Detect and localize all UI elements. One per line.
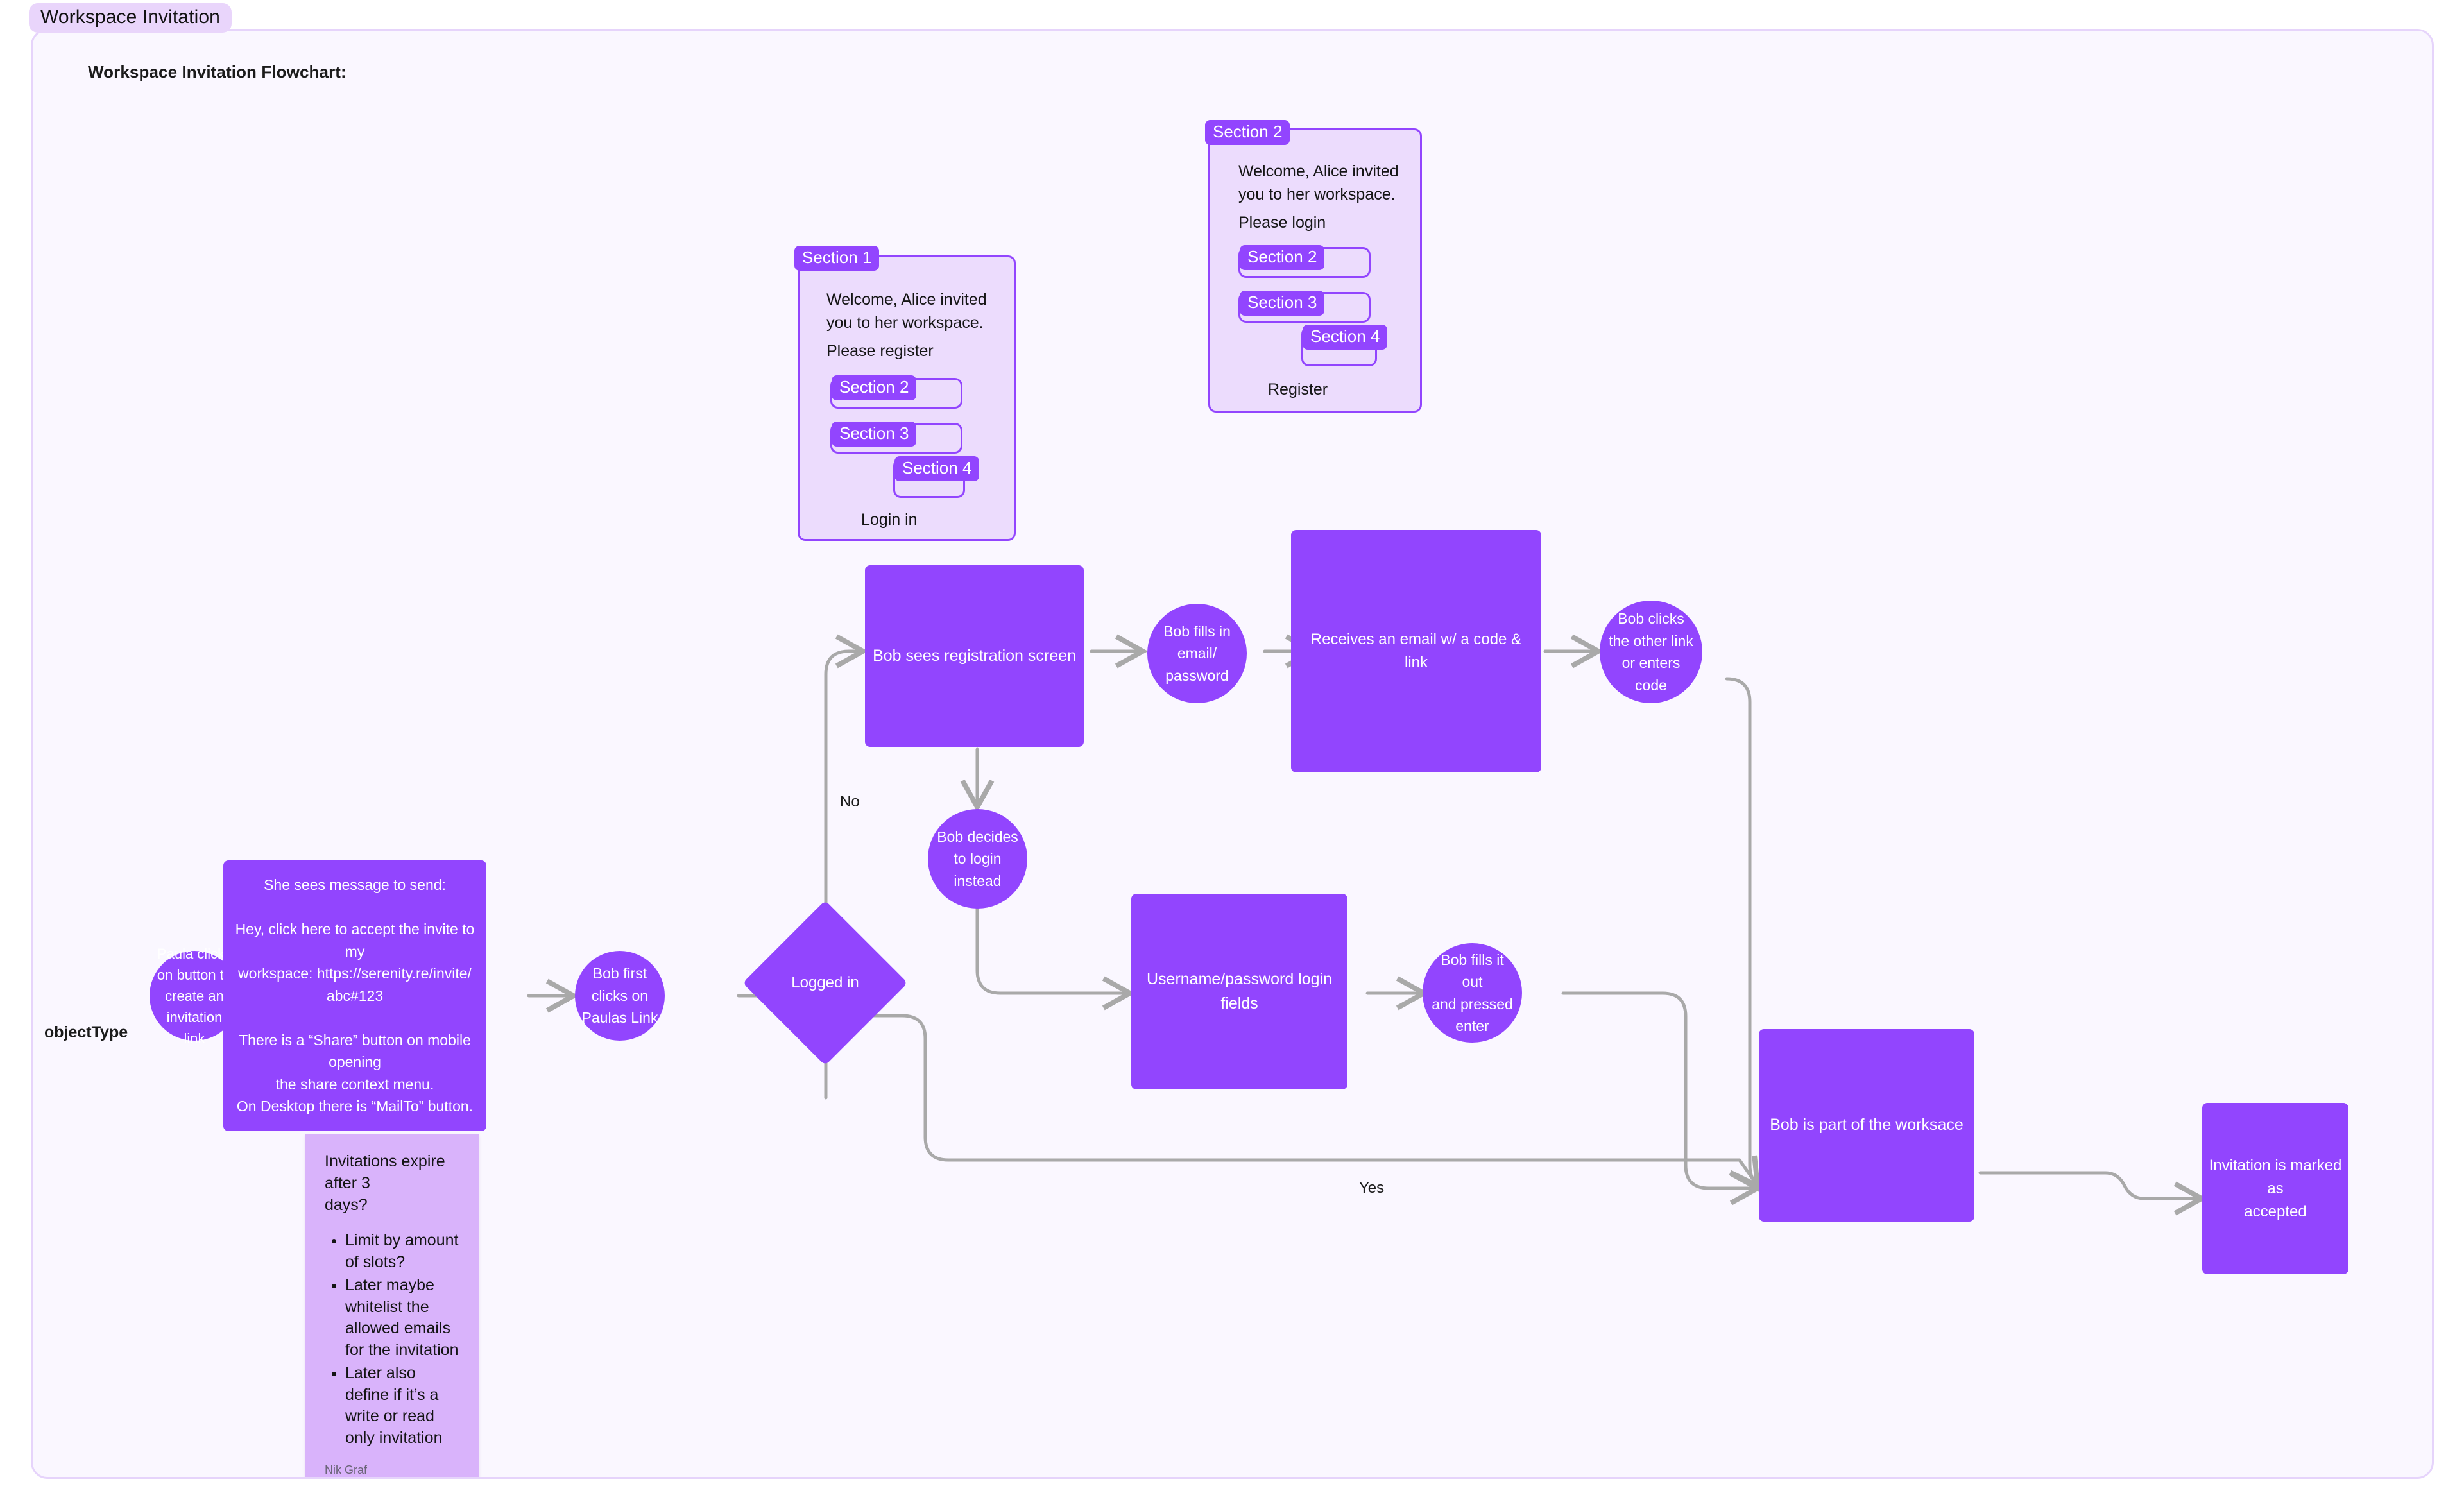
mockup-1-field-1-badge: Section 2: [832, 375, 917, 400]
mockup-1-field-2-badge: Section 3: [832, 422, 917, 447]
edge-label-yes: Yes: [1359, 1179, 1385, 1197]
flowchart-screen: Workspace Invitation Workspace Invitatio…: [0, 0, 2464, 1502]
node-bob-fills-email-label: Bob fills in email/ password: [1163, 622, 1231, 684]
node-logged-in[interactable]: Logged in: [742, 900, 908, 1066]
sticky-note[interactable]: Invitations expire after 3 days? Limit b…: [305, 1134, 479, 1477]
list-item: Later maybe whitelist the allowed emails…: [345, 1275, 459, 1361]
node-receives-email-label: Receives an email w/ a code & link: [1310, 631, 1522, 671]
flowchart-canvas[interactable]: Workspace Invitation Flowchart: objectTy…: [31, 29, 2434, 1479]
page-title: Workspace Invitation Flowchart:: [88, 62, 346, 81]
edge-decideslogin-to-loginfields: [975, 889, 1136, 1011]
node-registration-screen[interactable]: Bob sees registration screen: [865, 565, 1084, 747]
mockup-2-field-2-badge: Section 3: [1240, 291, 1325, 316]
object-type-label: objectType: [44, 1023, 128, 1041]
mockup-2-prompt: Please login: [1238, 214, 1326, 232]
list-item: Limit by amount of slots?: [345, 1230, 459, 1274]
mockup-2-body: Welcome, Alice invited you to her worksp…: [1238, 162, 1399, 204]
mockup-card-section-1[interactable]: Section 1 Welcome, Alice invited you to …: [794, 246, 1016, 541]
mockup-2-badge: Section 2: [1205, 120, 1290, 145]
node-bob-first-clicks[interactable]: Bob first clicks on Paulas Link: [575, 951, 665, 1041]
node-bob-part-workspace[interactable]: Bob is part of the worksace: [1759, 1029, 1974, 1222]
node-bob-clicks-other-link[interactable]: Bob clicks the other link or enters code: [1600, 601, 1702, 703]
mockup-1-footer[interactable]: Login in: [861, 511, 918, 529]
node-login-fields[interactable]: Username/password login fields: [1131, 894, 1348, 1089]
mockup-card-section-2[interactable]: Section 2 Welcome, Alice invited you to …: [1205, 120, 1422, 413]
mockup-1-prompt: Please register: [826, 342, 934, 360]
mockup-2-field-3-badge: Section 4: [1303, 325, 1388, 350]
node-bob-clicks-other-link-label: Bob clicks the other link or enters code: [1609, 610, 1693, 694]
mockup-1-field-3-badge: Section 4: [894, 456, 980, 481]
sticky-note-heading: Invitations expire after 3 days?: [325, 1152, 445, 1214]
node-bob-fills-enter[interactable]: Bob fills it out and pressed enter: [1423, 943, 1522, 1043]
sticky-note-author: Nik Graf: [325, 1463, 368, 1476]
mockup-2-footer[interactable]: Register: [1268, 380, 1328, 399]
node-message-box[interactable]: She sees message to send: Hey, click her…: [223, 860, 486, 1131]
node-receives-email[interactable]: Receives an email w/ a code & link: [1291, 530, 1541, 772]
node-message-box-label: She sees message to send: Hey, click her…: [235, 876, 475, 1115]
mockup-1-badge: Section 1: [794, 246, 880, 271]
node-bob-first-clicks-label: Bob first clicks on Paulas Link: [581, 965, 658, 1027]
board-tab[interactable]: Workspace Invitation: [29, 3, 232, 33]
edge-label-no: No: [840, 793, 860, 810]
node-bob-fills-enter-label: Bob fills it out and pressed enter: [1432, 951, 1513, 1035]
node-bob-part-workspace-label: Bob is part of the worksace: [1770, 1116, 1964, 1134]
node-logged-in-label: Logged in: [791, 974, 859, 991]
node-invitation-accepted-label: Invitation is marked as accepted: [2209, 1156, 2342, 1220]
node-bob-decides-login-label: Bob decides to login instead: [937, 828, 1018, 889]
edge-partworkspace-to-accepted: [1978, 1171, 2207, 1216]
mockup-1-body: Welcome, Alice invited you to her worksp…: [826, 291, 987, 332]
sticky-note-bullets: Limit by amount of slots? Later maybe wh…: [325, 1230, 459, 1449]
mockup-2-field-1-badge: Section 2: [1240, 245, 1325, 270]
node-bob-fills-email[interactable]: Bob fills in email/ password: [1147, 604, 1247, 703]
node-registration-screen-label: Bob sees registration screen: [873, 646, 1076, 665]
edge-fillsenter-to-partworkspace: [1561, 991, 1763, 1206]
list-item: Later also define if it’s a write or rea…: [345, 1363, 459, 1449]
node-invitation-accepted[interactable]: Invitation is marked as accepted: [2202, 1103, 2348, 1274]
node-login-fields-label: Username/password login fields: [1146, 970, 1333, 1012]
node-bob-decides-login[interactable]: Bob decides to login instead: [928, 809, 1027, 909]
